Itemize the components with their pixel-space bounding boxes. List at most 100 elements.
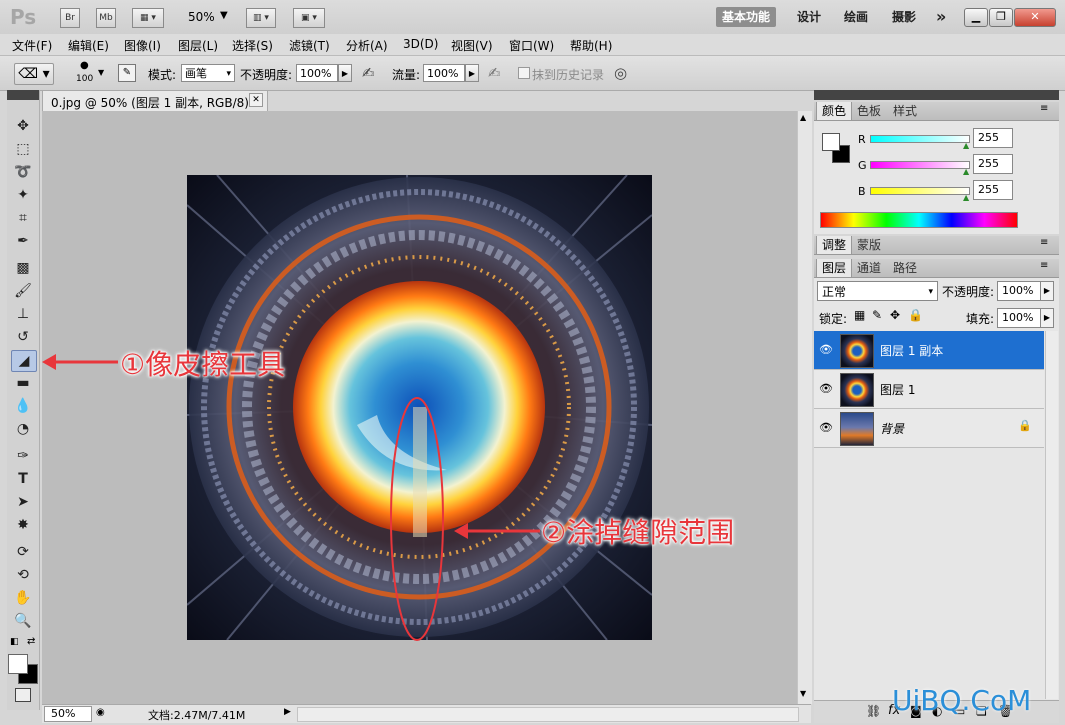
stamp-tool-icon[interactable]: ⊥: [11, 304, 35, 324]
quick-mask-icon[interactable]: [15, 688, 31, 702]
close-document-icon[interactable]: ✕: [249, 93, 263, 107]
zoom-dropdown-icon[interactable]: ▼: [220, 10, 228, 21]
arrange-documents-button[interactable]: ▥ ▾: [246, 8, 276, 28]
tab-styles[interactable]: 样式: [888, 102, 922, 120]
layer-opacity-input[interactable]: 100%: [997, 281, 1041, 301]
healing-brush-tool-icon[interactable]: ▩: [11, 258, 35, 278]
restore-button[interactable]: ❐: [989, 8, 1013, 27]
layer-name[interactable]: 图层 1: [880, 381, 915, 398]
tab-color[interactable]: 颜色: [816, 102, 853, 120]
horizontal-scrollbar[interactable]: [297, 707, 799, 722]
status-info-icon[interactable]: ◉: [96, 707, 105, 718]
gradient-tool-icon[interactable]: ▬: [11, 373, 35, 393]
screen-mode-button[interactable]: ▣ ▾: [293, 8, 325, 28]
more-workspaces-icon[interactable]: »: [930, 7, 952, 27]
lock-transparency-icon[interactable]: ▦: [854, 308, 865, 322]
type-tool-icon[interactable]: T: [11, 469, 35, 489]
layer-name[interactable]: 图层 1 副本: [880, 342, 943, 359]
fill-input[interactable]: 100%: [997, 308, 1041, 328]
menu-edit[interactable]: 编辑(E): [68, 37, 109, 54]
green-slider-thumb-icon[interactable]: ▲: [963, 167, 969, 176]
opacity-slider-arrow-icon[interactable]: ▶: [338, 64, 352, 82]
shape-tool-icon[interactable]: ✸: [11, 515, 35, 535]
toolbox-grip[interactable]: [7, 90, 39, 100]
mini-bridge-button[interactable]: Mb: [96, 8, 116, 28]
right-dock-grip[interactable]: [814, 90, 1059, 100]
status-menu-arrow-icon[interactable]: ▶: [284, 707, 291, 717]
tab-adjustments[interactable]: 调整: [816, 236, 853, 254]
menu-view[interactable]: 视图(V): [451, 37, 493, 54]
adjustments-menu-icon[interactable]: ≡: [1040, 237, 1048, 248]
color-panel-menu-icon[interactable]: ≡: [1040, 103, 1048, 114]
layer-opacity-arrow-icon[interactable]: ▶: [1040, 281, 1054, 301]
blue-channel-input[interactable]: 255: [973, 180, 1013, 200]
tab-channels[interactable]: 通道: [852, 259, 886, 277]
menu-file[interactable]: 文件(F): [12, 37, 52, 54]
move-tool-icon[interactable]: ✥: [11, 116, 35, 136]
swap-colors-icon[interactable]: ⇄: [27, 636, 35, 647]
visibility-eye-icon[interactable]: 👁: [818, 381, 834, 397]
lock-position-icon[interactable]: ✥: [890, 308, 900, 322]
workspace-photography[interactable]: 摄影: [886, 7, 922, 27]
pen-tool-icon[interactable]: ✑: [11, 446, 35, 466]
minimize-button[interactable]: ▁: [964, 8, 988, 27]
3d-orbit-tool-icon[interactable]: ⟲: [11, 565, 35, 585]
tab-layers[interactable]: 图层: [816, 259, 853, 277]
visibility-eye-icon[interactable]: 👁: [818, 342, 834, 358]
airbrush-icon[interactable]: ✍: [362, 64, 375, 82]
menu-window[interactable]: 窗口(W): [509, 37, 554, 54]
menu-select[interactable]: 选择(S): [232, 37, 273, 54]
opacity-input[interactable]: 100%: [296, 64, 338, 82]
brush-tool-icon[interactable]: 🖌: [11, 281, 35, 301]
fg-color-chip[interactable]: [822, 133, 840, 151]
blue-channel-slider[interactable]: [870, 187, 970, 195]
lock-pixels-icon[interactable]: ✎: [872, 308, 882, 322]
status-zoom-field[interactable]: 50%: [44, 706, 92, 722]
blur-tool-icon[interactable]: 💧: [11, 396, 35, 416]
red-slider-thumb-icon[interactable]: ▲: [963, 141, 969, 150]
lasso-tool-icon[interactable]: ➰: [11, 162, 35, 182]
eraser-preset-icon[interactable]: ⌫ ▾: [14, 63, 54, 85]
scroll-up-icon[interactable]: ▲: [800, 113, 806, 122]
marquee-tool-icon[interactable]: ⬚: [11, 139, 35, 159]
brush-dot-icon[interactable]: ●: [80, 60, 89, 71]
workspace-design[interactable]: 设计: [791, 7, 827, 27]
path-selection-tool-icon[interactable]: ➤: [11, 492, 35, 512]
layer-row-background[interactable]: 👁 背景 🔒: [814, 409, 1044, 448]
flow-airbrush-icon[interactable]: ✍: [488, 64, 501, 82]
quick-selection-tool-icon[interactable]: ✦: [11, 185, 35, 205]
view-extras-button[interactable]: ▦ ▾: [132, 8, 164, 28]
red-channel-input[interactable]: 255: [973, 128, 1013, 148]
flow-input[interactable]: 100%: [423, 64, 465, 82]
tab-swatches[interactable]: 色板: [852, 102, 886, 120]
eraser-tool-icon[interactable]: ◢: [11, 350, 37, 372]
history-brush-tool-icon[interactable]: ↺: [11, 327, 35, 347]
vertical-scrollbar[interactable]: ▲ ▼: [797, 111, 812, 704]
flow-slider-arrow-icon[interactable]: ▶: [465, 64, 479, 82]
zoom-tool-icon[interactable]: 🔍: [11, 611, 35, 631]
red-channel-slider[interactable]: [870, 135, 970, 143]
crop-tool-icon[interactable]: ⌗: [11, 208, 35, 228]
tab-masks[interactable]: 蒙版: [852, 236, 886, 254]
bridge-button[interactable]: Br: [60, 8, 80, 28]
scroll-down-icon[interactable]: ▼: [800, 689, 806, 698]
foreground-color-swatch[interactable]: [8, 654, 28, 674]
green-channel-input[interactable]: 255: [973, 154, 1013, 174]
hand-tool-icon[interactable]: ✋: [11, 588, 35, 608]
blue-slider-thumb-icon[interactable]: ▲: [963, 193, 969, 202]
brush-panel-icon[interactable]: ✎: [118, 64, 136, 82]
menu-filter[interactable]: 滤镜(T): [289, 37, 330, 54]
zoom-level[interactable]: 50%: [188, 10, 215, 24]
3d-rotate-tool-icon[interactable]: ⟳: [11, 542, 35, 562]
menu-3d[interactable]: 3D(D): [403, 37, 438, 51]
blend-mode-select[interactable]: 正常 ▾: [817, 281, 938, 301]
layers-list-scrollbar[interactable]: [1045, 331, 1058, 699]
dodge-tool-icon[interactable]: ◔: [11, 419, 35, 439]
workspace-essentials[interactable]: 基本功能: [716, 7, 777, 27]
menu-analysis[interactable]: 分析(A): [346, 37, 388, 54]
fill-arrow-icon[interactable]: ▶: [1040, 308, 1054, 328]
brush-picker-arrow-icon[interactable]: ▼: [98, 68, 104, 77]
lock-all-icon[interactable]: 🔒: [908, 308, 923, 322]
link-layers-icon[interactable]: ⛓: [866, 704, 881, 718]
menu-help[interactable]: 帮助(H): [570, 37, 612, 54]
